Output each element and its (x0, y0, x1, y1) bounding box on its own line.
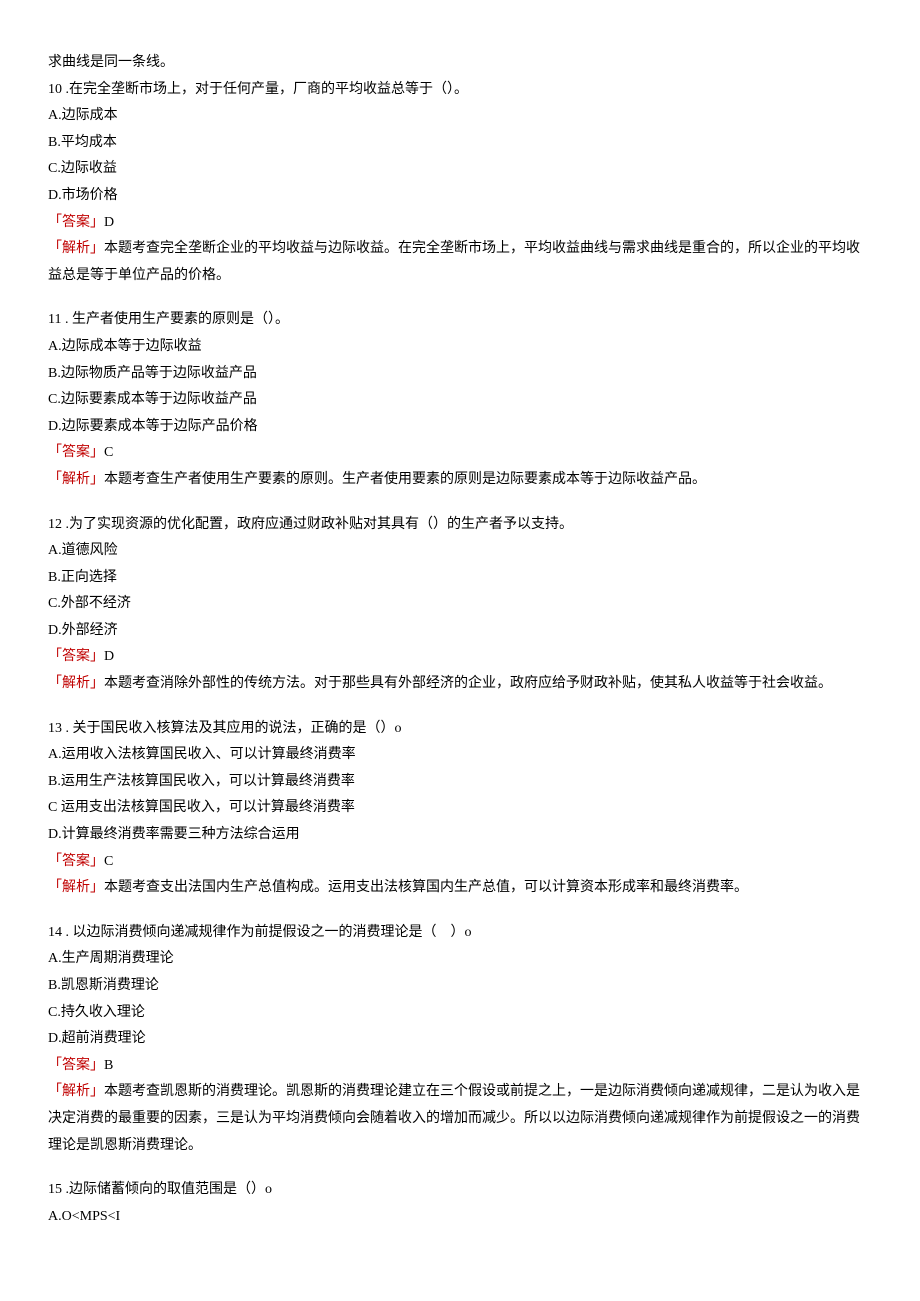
option: B.运用生产法核算国民收入，可以计算最终消费率 (48, 769, 872, 796)
question-number: 10 (48, 82, 62, 97)
answer-line: 「答案」C (48, 440, 872, 467)
answer-line: 「答案」D (48, 644, 872, 671)
answer-label: 「答案」 (48, 1058, 104, 1073)
analysis-text: 本题考查支出法国内生产总值构成。运用支出法核算国内生产总值，可以计算资本形成率和… (104, 880, 748, 895)
analysis-line: 「解析」本题考查凯恩斯的消费理论。凯恩斯的消费理论建立在三个假设或前提之上，一是… (48, 1079, 872, 1159)
option: A.O<MPS<I (48, 1204, 872, 1231)
option: A.边际成本 (48, 103, 872, 130)
option: B.平均成本 (48, 130, 872, 157)
option: A.边际成本等于边际收益 (48, 334, 872, 361)
analysis-line: 「解析」本题考查完全垄断企业的平均收益与边际收益。在完全垄断市场上，平均收益曲线… (48, 236, 872, 289)
analysis-label: 「解析」 (48, 472, 104, 487)
question-number: 12 (48, 517, 62, 532)
question-block: 14 . 以边际消费倾向递减规律作为前提假设之一的消费理论是（ ）oA.生产周期… (48, 920, 872, 1159)
analysis-line: 「解析」本题考查消除外部性的传统方法。对于那些具有外部经济的企业，政府应给予财政… (48, 671, 872, 698)
analysis-label: 「解析」 (48, 676, 104, 691)
answer-label: 「答案」 (48, 445, 104, 460)
answer-value: D (104, 215, 114, 230)
answer-line: 「答案」B (48, 1053, 872, 1080)
question-text: .为了实现资源的优化配置，政府应通过财政补贴对其具有（）的生产者予以支持。 (62, 517, 573, 532)
option: C.外部不经济 (48, 591, 872, 618)
question-text: . 生产者使用生产要素的原则是（）。 (61, 312, 289, 327)
question-number: 11 (48, 312, 61, 327)
analysis-text: 本题考查消除外部性的传统方法。对于那些具有外部经济的企业，政府应给予财政补贴，使… (104, 676, 832, 691)
option: D.外部经济 (48, 618, 872, 645)
option: B.正向选择 (48, 565, 872, 592)
question-text: .在完全垄断市场上，对于任何产量，厂商的平均收益总等于（）。 (62, 82, 468, 97)
question-text: . 关于国民收入核算法及其应用的说法，正确的是（）o (62, 721, 402, 736)
question-stem: 11 . 生产者使用生产要素的原则是（）。 (48, 307, 872, 334)
answer-line: 「答案」C (48, 849, 872, 876)
question-stem: 12 .为了实现资源的优化配置，政府应通过财政补贴对其具有（）的生产者予以支持。 (48, 512, 872, 539)
option: B.凯恩斯消费理论 (48, 973, 872, 1000)
option: C.边际收益 (48, 156, 872, 183)
question-number: 14 (48, 925, 62, 940)
option: C.持久收入理论 (48, 1000, 872, 1027)
option: D.计算最终消费率需要三种方法综合运用 (48, 822, 872, 849)
analysis-text: 本题考查生产者使用生产要素的原则。生产者使用要素的原则是边际要素成本等于边际收益… (104, 472, 706, 487)
question-block: 13 . 关于国民收入核算法及其应用的说法，正确的是（）oA.运用收入法核算国民… (48, 716, 872, 902)
answer-value: C (104, 854, 113, 869)
analysis-text: 本题考查凯恩斯的消费理论。凯恩斯的消费理论建立在三个假设或前提之上，一是边际消费… (48, 1084, 860, 1152)
analysis-label: 「解析」 (48, 1084, 104, 1099)
answer-value: D (104, 649, 114, 664)
answer-value: B (104, 1058, 113, 1073)
question-stem: 10 .在完全垄断市场上，对于任何产量，厂商的平均收益总等于（）。 (48, 77, 872, 104)
analysis-label: 「解析」 (48, 241, 104, 256)
answer-label: 「答案」 (48, 649, 104, 664)
option: A.生产周期消费理论 (48, 946, 872, 973)
answer-value: C (104, 445, 113, 460)
question-block: 10 .在完全垄断市场上，对于任何产量，厂商的平均收益总等于（）。A.边际成本B… (48, 77, 872, 290)
option: D.超前消费理论 (48, 1026, 872, 1053)
answer-label: 「答案」 (48, 854, 104, 869)
answer-line: 「答案」D (48, 210, 872, 237)
option: C 运用支出法核算国民收入，可以计算最终消费率 (48, 795, 872, 822)
option: D.市场价格 (48, 183, 872, 210)
question-number: 13 (48, 721, 62, 736)
analysis-label: 「解析」 (48, 880, 104, 895)
question-number: 15 (48, 1182, 62, 1197)
option: B.边际物质产品等于边际收益产品 (48, 361, 872, 388)
option: A.道德风险 (48, 538, 872, 565)
question-stem: 13 . 关于国民收入核算法及其应用的说法，正确的是（）o (48, 716, 872, 743)
option: D.边际要素成本等于边际产品价格 (48, 414, 872, 441)
question-stem: 15 .边际储蓄倾向的取值范围是（）o (48, 1177, 872, 1204)
question-stem: 14 . 以边际消费倾向递减规律作为前提假设之一的消费理论是（ ）o (48, 920, 872, 947)
question-text: . 以边际消费倾向递减规律作为前提假设之一的消费理论是（ ）o (62, 925, 472, 940)
option: A.运用收入法核算国民收入、可以计算最终消费率 (48, 742, 872, 769)
answer-label: 「答案」 (48, 215, 104, 230)
analysis-text: 本题考查完全垄断企业的平均收益与边际收益。在完全垄断市场上，平均收益曲线与需求曲… (48, 241, 860, 283)
question-block: 12 .为了实现资源的优化配置，政府应通过财政补贴对其具有（）的生产者予以支持。… (48, 512, 872, 698)
analysis-line: 「解析」本题考查生产者使用生产要素的原则。生产者使用要素的原则是边际要素成本等于… (48, 467, 872, 494)
analysis-line: 「解析」本题考查支出法国内生产总值构成。运用支出法核算国内生产总值，可以计算资本… (48, 875, 872, 902)
intro-trail: 求曲线是同一条线。 (48, 50, 872, 77)
question-block: 11 . 生产者使用生产要素的原则是（）。A.边际成本等于边际收益B.边际物质产… (48, 307, 872, 493)
question-text: .边际储蓄倾向的取值范围是（）o (66, 1182, 273, 1197)
option: C.边际要素成本等于边际收益产品 (48, 387, 872, 414)
